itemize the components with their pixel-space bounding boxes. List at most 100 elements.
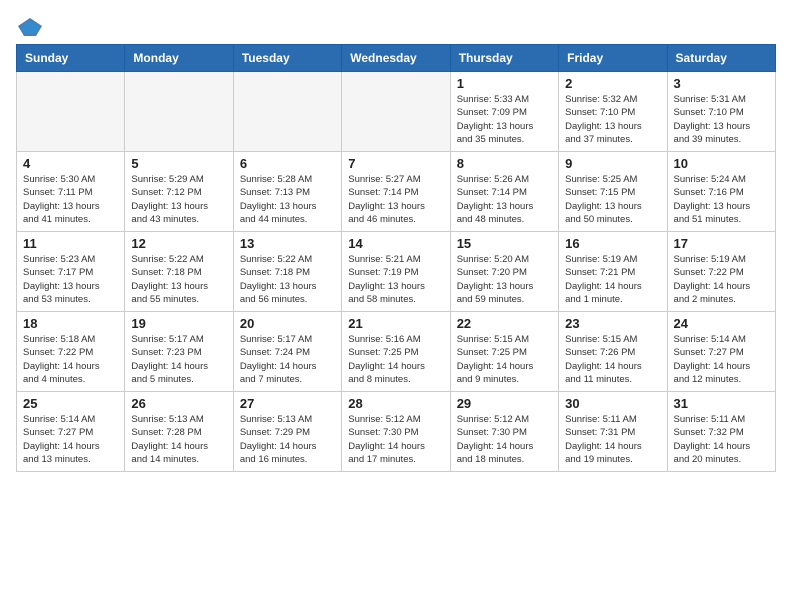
day-number: 31 (674, 396, 769, 411)
calendar-header-tuesday: Tuesday (233, 45, 341, 72)
calendar-day-cell: 2 Sunrise: 5:32 AM Sunset: 7:10 PM Daylig… (559, 72, 667, 152)
calendar-header-friday: Friday (559, 45, 667, 72)
day-info: Sunrise: 5:21 AM Sunset: 7:19 PM Dayligh… (348, 253, 443, 306)
day-number: 16 (565, 236, 660, 251)
day-number: 18 (23, 316, 118, 331)
calendar-day-cell: 15 Sunrise: 5:20 AM Sunset: 7:20 PM Dayli… (450, 232, 558, 312)
day-info: Sunrise: 5:20 AM Sunset: 7:20 PM Dayligh… (457, 253, 552, 306)
calendar-day-cell: 14 Sunrise: 5:21 AM Sunset: 7:19 PM Dayli… (342, 232, 450, 312)
day-number: 17 (674, 236, 769, 251)
calendar-day-cell: 13 Sunrise: 5:22 AM Sunset: 7:18 PM Dayli… (233, 232, 341, 312)
day-number: 25 (23, 396, 118, 411)
day-number: 3 (674, 76, 769, 91)
calendar-header-saturday: Saturday (667, 45, 775, 72)
day-info: Sunrise: 5:13 AM Sunset: 7:29 PM Dayligh… (240, 413, 335, 466)
day-info: Sunrise: 5:25 AM Sunset: 7:15 PM Dayligh… (565, 173, 660, 226)
day-info: Sunrise: 5:27 AM Sunset: 7:14 PM Dayligh… (348, 173, 443, 226)
calendar-day-cell: 21Sunrise: 5:16 AM Sunset: 7:25 PM Dayli… (342, 312, 450, 392)
day-info: Sunrise: 5:11 AM Sunset: 7:31 PM Dayligh… (565, 413, 660, 466)
day-info: Sunrise: 5:28 AM Sunset: 7:13 PM Dayligh… (240, 173, 335, 226)
calendar-day-cell: 23 Sunrise: 5:15 AM Sunset: 7:26 PM Dayli… (559, 312, 667, 392)
day-info: Sunrise: 5:19 AM Sunset: 7:21 PM Dayligh… (565, 253, 660, 306)
day-info: Sunrise: 5:17 AM Sunset: 7:23 PM Dayligh… (131, 333, 226, 386)
calendar-day-cell: 24 Sunrise: 5:14 AM Sunset: 7:27 PM Dayli… (667, 312, 775, 392)
calendar-day-cell: 26 Sunrise: 5:13 AM Sunset: 7:28 PM Dayli… (125, 392, 233, 472)
calendar-day-cell: 7 Sunrise: 5:27 AM Sunset: 7:14 PM Daylig… (342, 152, 450, 232)
page-header (16, 16, 776, 38)
day-info: Sunrise: 5:19 AM Sunset: 7:22 PM Dayligh… (674, 253, 769, 306)
calendar-day-cell: 29Sunrise: 5:12 AM Sunset: 7:30 PM Dayli… (450, 392, 558, 472)
day-info: Sunrise: 5:32 AM Sunset: 7:10 PM Dayligh… (565, 93, 660, 146)
calendar-week-5: 25 Sunrise: 5:14 AM Sunset: 7:27 PM Dayli… (17, 392, 776, 472)
calendar-day-cell: 16 Sunrise: 5:19 AM Sunset: 7:21 PM Dayli… (559, 232, 667, 312)
calendar-day-cell (342, 72, 450, 152)
day-info: Sunrise: 5:29 AM Sunset: 7:12 PM Dayligh… (131, 173, 226, 226)
day-info: Sunrise: 5:31 AM Sunset: 7:10 PM Dayligh… (674, 93, 769, 146)
logo-icon (16, 16, 44, 38)
day-info: Sunrise: 5:14 AM Sunset: 7:27 PM Dayligh… (674, 333, 769, 386)
day-number: 27 (240, 396, 335, 411)
day-number: 21 (348, 316, 443, 331)
day-number: 22 (457, 316, 552, 331)
day-number: 30 (565, 396, 660, 411)
calendar-header-row: SundayMondayTuesdayWednesdayThursdayFrid… (17, 45, 776, 72)
calendar-day-cell: 30 Sunrise: 5:11 AM Sunset: 7:31 PM Dayli… (559, 392, 667, 472)
day-number: 26 (131, 396, 226, 411)
day-number: 11 (23, 236, 118, 251)
day-number: 28 (348, 396, 443, 411)
calendar-day-cell: 27 Sunrise: 5:13 AM Sunset: 7:29 PM Dayli… (233, 392, 341, 472)
day-info: Sunrise: 5:15 AM Sunset: 7:26 PM Dayligh… (565, 333, 660, 386)
calendar-week-4: 18 Sunrise: 5:18 AM Sunset: 7:22 PM Dayli… (17, 312, 776, 392)
day-number: 23 (565, 316, 660, 331)
calendar-day-cell: 22 Sunrise: 5:15 AM Sunset: 7:25 PM Dayli… (450, 312, 558, 392)
calendar-day-cell: 1Sunrise: 5:33 AM Sunset: 7:09 PM Daylig… (450, 72, 558, 152)
calendar-header-sunday: Sunday (17, 45, 125, 72)
day-number: 15 (457, 236, 552, 251)
calendar-day-cell: 11 Sunrise: 5:23 AM Sunset: 7:17 PM Dayli… (17, 232, 125, 312)
day-info: Sunrise: 5:22 AM Sunset: 7:18 PM Dayligh… (240, 253, 335, 306)
calendar-day-cell: 12 Sunrise: 5:22 AM Sunset: 7:18 PM Dayli… (125, 232, 233, 312)
calendar-day-cell (17, 72, 125, 152)
calendar-header-thursday: Thursday (450, 45, 558, 72)
day-number: 4 (23, 156, 118, 171)
calendar-day-cell: 17 Sunrise: 5:19 AM Sunset: 7:22 PM Dayli… (667, 232, 775, 312)
calendar-week-2: 4 Sunrise: 5:30 AM Sunset: 7:11 PM Daylig… (17, 152, 776, 232)
calendar-day-cell (233, 72, 341, 152)
day-info: Sunrise: 5:23 AM Sunset: 7:17 PM Dayligh… (23, 253, 118, 306)
calendar-day-cell: 25 Sunrise: 5:14 AM Sunset: 7:27 PM Dayli… (17, 392, 125, 472)
day-info: Sunrise: 5:15 AM Sunset: 7:25 PM Dayligh… (457, 333, 552, 386)
day-number: 5 (131, 156, 226, 171)
calendar-day-cell: 19 Sunrise: 5:17 AM Sunset: 7:23 PM Dayli… (125, 312, 233, 392)
day-number: 6 (240, 156, 335, 171)
calendar-day-cell: 18 Sunrise: 5:18 AM Sunset: 7:22 PM Dayli… (17, 312, 125, 392)
calendar-day-cell: 4 Sunrise: 5:30 AM Sunset: 7:11 PM Daylig… (17, 152, 125, 232)
day-number: 14 (348, 236, 443, 251)
calendar-day-cell (125, 72, 233, 152)
day-number: 13 (240, 236, 335, 251)
day-info: Sunrise: 5:22 AM Sunset: 7:18 PM Dayligh… (131, 253, 226, 306)
day-info: Sunrise: 5:17 AM Sunset: 7:24 PM Dayligh… (240, 333, 335, 386)
day-info: Sunrise: 5:30 AM Sunset: 7:11 PM Dayligh… (23, 173, 118, 226)
day-info: Sunrise: 5:13 AM Sunset: 7:28 PM Dayligh… (131, 413, 226, 466)
day-number: 12 (131, 236, 226, 251)
day-number: 19 (131, 316, 226, 331)
calendar-table: SundayMondayTuesdayWednesdayThursdayFrid… (16, 44, 776, 472)
day-number: 7 (348, 156, 443, 171)
calendar-header-monday: Monday (125, 45, 233, 72)
calendar-day-cell: 20Sunrise: 5:17 AM Sunset: 7:24 PM Dayli… (233, 312, 341, 392)
day-info: Sunrise: 5:26 AM Sunset: 7:14 PM Dayligh… (457, 173, 552, 226)
day-info: Sunrise: 5:18 AM Sunset: 7:22 PM Dayligh… (23, 333, 118, 386)
day-number: 24 (674, 316, 769, 331)
day-number: 9 (565, 156, 660, 171)
day-number: 10 (674, 156, 769, 171)
calendar-day-cell: 3 Sunrise: 5:31 AM Sunset: 7:10 PM Daylig… (667, 72, 775, 152)
calendar-day-cell: 6 Sunrise: 5:28 AM Sunset: 7:13 PM Daylig… (233, 152, 341, 232)
day-info: Sunrise: 5:14 AM Sunset: 7:27 PM Dayligh… (23, 413, 118, 466)
day-info: Sunrise: 5:11 AM Sunset: 7:32 PM Dayligh… (674, 413, 769, 466)
calendar-week-1: 1Sunrise: 5:33 AM Sunset: 7:09 PM Daylig… (17, 72, 776, 152)
day-number: 8 (457, 156, 552, 171)
calendar-day-cell: 9 Sunrise: 5:25 AM Sunset: 7:15 PM Daylig… (559, 152, 667, 232)
day-info: Sunrise: 5:24 AM Sunset: 7:16 PM Dayligh… (674, 173, 769, 226)
day-number: 2 (565, 76, 660, 91)
day-number: 29 (457, 396, 552, 411)
